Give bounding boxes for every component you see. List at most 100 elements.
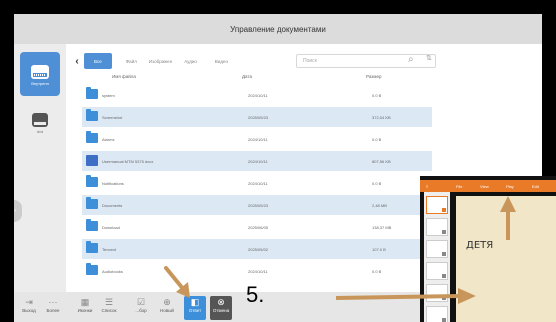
- file-date: 2024/10/11: [248, 136, 268, 142]
- device-frame: Управление документами Внутренн dvd › ‹ …: [0, 0, 556, 322]
- file-size: 0.0 B: [372, 180, 382, 186]
- tab-all[interactable]: Все: [84, 53, 112, 69]
- folder-icon: [86, 263, 98, 275]
- table-row[interactable]: system 2024/10/11 0.0 B: [82, 85, 432, 105]
- column-header-date[interactable]: Дата: [242, 74, 252, 79]
- document-icon: [86, 155, 98, 166]
- table-row[interactable]: Notifications 2024/10/11 0.0 B: [82, 173, 432, 193]
- tab-file[interactable]: Файл: [120, 53, 143, 69]
- tab-images[interactable]: Изображен: [143, 53, 178, 69]
- file-size: 2,48 MB: [372, 202, 387, 208]
- exit-button[interactable]: ⇥ Выход: [18, 296, 40, 320]
- exit-label: Выход: [22, 308, 36, 313]
- folder-icon: [86, 131, 98, 143]
- select-label: ...бор: [135, 308, 147, 313]
- sidebar-collapse-handle[interactable]: ›: [14, 200, 22, 222]
- inset-menu-bar: ≡ File View Play Edit: [420, 180, 556, 192]
- folder-icon: [86, 87, 98, 99]
- file-name: Usermanual MTM 5375 docx: [102, 158, 154, 164]
- more-label: Более: [46, 308, 60, 313]
- file-date: 2024/10/11: [248, 158, 268, 164]
- folder-icon: [86, 219, 98, 231]
- more-icon: ⋯: [48, 296, 58, 307]
- file-date: 2024/10/11: [248, 180, 268, 186]
- file-date: 2024/10/11: [248, 92, 268, 98]
- drive-icon: [31, 64, 49, 79]
- folder-icon: [86, 109, 98, 121]
- back-button[interactable]: ‹: [70, 53, 84, 69]
- hamburger-icon[interactable]: ≡: [426, 184, 428, 189]
- sidebar-item-label: dvd: [36, 128, 44, 134]
- sidebar-item-dvd[interactable]: dvd: [20, 100, 60, 144]
- disk-drive-icon: [32, 112, 48, 127]
- slide-thumbnail[interactable]: [426, 262, 448, 280]
- table-row[interactable]: Alarms 2024/10/11 0.0 B: [82, 129, 432, 149]
- reply-label: Ответ: [188, 308, 202, 313]
- inset-menu-edit[interactable]: Edit: [532, 184, 539, 189]
- table-row[interactable]: Tencent 2025/05/02 107.0 B: [82, 239, 432, 259]
- list-label: Список: [101, 308, 117, 313]
- folder-icon: [86, 241, 98, 253]
- step-number: 5.: [246, 282, 265, 307]
- cancel-icon: ⊗: [217, 296, 225, 307]
- search-icon[interactable]: ⌕: [408, 54, 414, 65]
- slide-title: ДЕТЯ: [466, 240, 494, 251]
- grid-icon: ▦: [80, 296, 90, 307]
- file-date: 2025/05/23: [248, 114, 269, 120]
- search-input[interactable]: Поиск: [296, 54, 436, 68]
- file-date: 2025/05/23: [248, 202, 269, 208]
- reply-icon: ◧: [190, 296, 200, 307]
- slide-thumbnail[interactable]: [426, 240, 448, 258]
- table-row[interactable]: Screenshot 2025/05/23 372,04 KB: [82, 107, 432, 127]
- new-button[interactable]: ⊕ Новый: [156, 296, 178, 320]
- presentation-inset: ≡ File View Play Edit ДЕТЯ: [420, 176, 556, 322]
- slide-canvas: [456, 196, 556, 322]
- file-size: 0.0 B: [372, 136, 382, 142]
- slide-thumbnail[interactable]: [426, 284, 448, 302]
- select-button[interactable]: ☑ ...бор: [130, 296, 152, 320]
- file-name: Alarms: [102, 136, 115, 142]
- select-icon: ☑: [136, 296, 146, 307]
- list-icon: ☰: [104, 296, 114, 307]
- table-row[interactable]: Usermanual MTM 5375 docx 2024/10/11 807,…: [82, 151, 432, 171]
- more-button[interactable]: ⋯ Более: [42, 296, 64, 320]
- new-label: Новый: [160, 308, 174, 313]
- file-date: 2025/06/05: [248, 224, 269, 230]
- file-name: Documents: [102, 202, 123, 208]
- inset-menu-play[interactable]: Play: [506, 184, 514, 189]
- table-row[interactable]: Documents 2025/05/23 2,48 MB: [82, 195, 432, 215]
- tab-audio[interactable]: Аудио: [178, 53, 203, 69]
- cancel-label: Отмена: [212, 308, 230, 313]
- column-header-size[interactable]: Размер: [366, 74, 381, 79]
- slide-thumbnail[interactable]: [426, 218, 448, 236]
- slide-thumbnails: [424, 192, 450, 322]
- file-size: 372,04 KB: [372, 114, 391, 120]
- cancel-button[interactable]: ⊗ Отмена: [210, 296, 232, 320]
- file-size: 807,56 KB: [372, 158, 391, 164]
- file-name: Notifications: [102, 180, 124, 186]
- table-row[interactable]: Audiobooks 2024/10/11 0.0 B: [82, 261, 432, 281]
- icons-label: Иконки: [77, 308, 93, 313]
- file-size: 107.0 B: [372, 246, 386, 252]
- column-header-name[interactable]: Имя файла: [112, 74, 136, 79]
- file-size: 0.0 B: [372, 92, 382, 98]
- icons-view-button[interactable]: ▦ Иконки: [74, 296, 96, 320]
- inset-menu-view[interactable]: View: [480, 184, 489, 189]
- slide-thumbnail[interactable]: [426, 306, 448, 322]
- file-name: Download: [102, 224, 120, 230]
- file-size: 138,37 MB: [372, 224, 392, 230]
- sidebar-item-label: Внутренн: [31, 80, 49, 86]
- table-row[interactable]: Download 2025/06/05 138,37 MB: [82, 217, 432, 237]
- reply-button[interactable]: ◧ Ответ: [184, 296, 206, 320]
- slide-thumbnail[interactable]: [426, 196, 448, 214]
- inset-menu-file[interactable]: File: [456, 184, 462, 189]
- folder-icon: [86, 197, 98, 209]
- sidebar-item-internal[interactable]: Внутренн: [20, 52, 60, 96]
- sort-icon[interactable]: ⇅: [426, 54, 432, 62]
- plus-icon: ⊕: [163, 296, 171, 307]
- file-name: Audiobooks: [102, 268, 123, 274]
- tab-video[interactable]: Видео: [209, 53, 234, 69]
- file-name: system: [102, 92, 115, 98]
- list-view-button[interactable]: ☰ Список: [98, 296, 120, 320]
- window-title: Управление документами: [14, 14, 542, 44]
